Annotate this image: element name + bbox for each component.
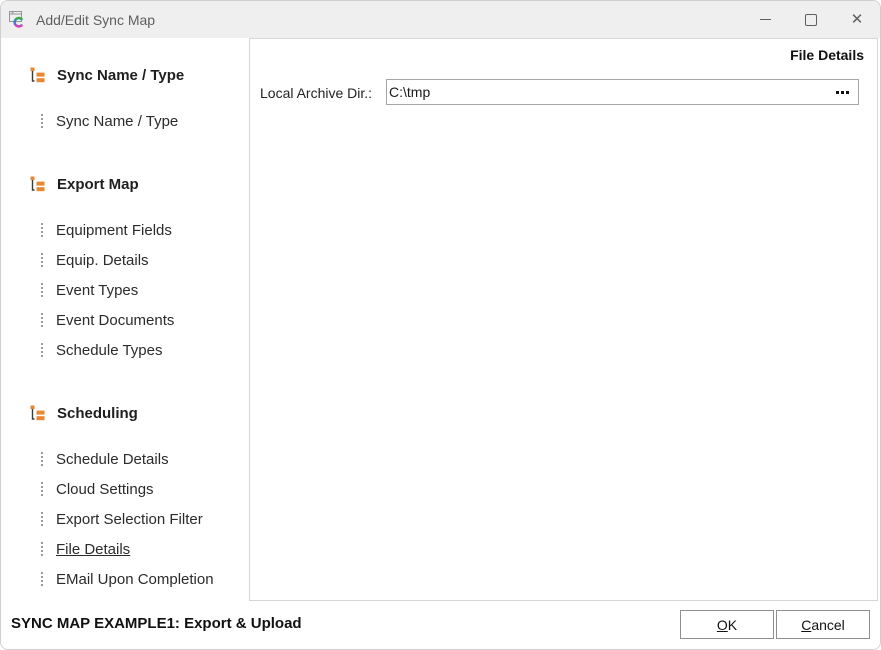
dots-icon bbox=[41, 253, 43, 267]
footer: SYNC MAP EXAMPLE1: Export & Upload OK Ca… bbox=[1, 601, 880, 649]
tree-node-icon bbox=[30, 405, 46, 421]
sidebar-section-label: Export Map bbox=[57, 176, 139, 193]
cancel-button[interactable]: Cancel bbox=[776, 610, 870, 639]
sync-map-app-icon bbox=[8, 10, 27, 29]
sidebar-section-sync-name-type[interactable]: Sync Name / Type bbox=[30, 65, 184, 85]
sidebar-item-label: Event Documents bbox=[56, 312, 174, 329]
sidebar-item-schedule-details[interactable]: Schedule Details bbox=[41, 449, 169, 469]
sync-map-status-text: SYNC MAP EXAMPLE1: Export & Upload bbox=[11, 615, 302, 632]
tree-node-icon bbox=[30, 176, 46, 192]
dots-icon bbox=[41, 482, 43, 496]
sidebar-item-label: Event Types bbox=[56, 282, 138, 299]
dots-icon bbox=[41, 223, 43, 237]
maximize-button[interactable] bbox=[788, 1, 834, 38]
sidebar-section-scheduling[interactable]: Scheduling bbox=[30, 403, 138, 423]
dots-icon bbox=[41, 313, 43, 327]
dialog-add-edit-sync-map: Add/Edit Sync Map ✕ Sync Name / Type Syn… bbox=[0, 0, 881, 650]
content-panel: File Details Local Archive Dir.: bbox=[249, 38, 878, 601]
maximize-icon bbox=[805, 14, 817, 26]
local-archive-dir-field bbox=[386, 79, 859, 105]
sidebar-item-equipment-fields[interactable]: Equipment Fields bbox=[41, 220, 172, 240]
dots-icon bbox=[41, 114, 43, 128]
sidebar-item-label: Schedule Types bbox=[56, 342, 162, 359]
panel-title: File Details bbox=[790, 47, 864, 63]
sidebar: Sync Name / Type Sync Name / Type Export… bbox=[1, 38, 249, 599]
dots-icon bbox=[41, 283, 43, 297]
window-title: Add/Edit Sync Map bbox=[36, 12, 155, 28]
sidebar-item-equip-details[interactable]: Equip. Details bbox=[41, 250, 149, 270]
sidebar-item-event-documents[interactable]: Event Documents bbox=[41, 310, 174, 330]
sidebar-section-label: Sync Name / Type bbox=[57, 67, 184, 84]
sidebar-section-label: Scheduling bbox=[57, 405, 138, 422]
sidebar-item-label: EMail Upon Completion bbox=[56, 571, 214, 588]
tree-node-icon bbox=[30, 67, 46, 83]
dots-icon bbox=[41, 572, 43, 586]
dots-icon bbox=[41, 343, 43, 357]
local-archive-dir-label: Local Archive Dir.: bbox=[260, 85, 372, 101]
sidebar-item-label: Equipment Fields bbox=[56, 222, 172, 239]
local-archive-dir-input[interactable] bbox=[387, 80, 834, 104]
titlebar: Add/Edit Sync Map ✕ bbox=[1, 1, 880, 38]
ok-button[interactable]: OK bbox=[680, 610, 774, 639]
dots-icon bbox=[41, 542, 43, 556]
sidebar-item-event-types[interactable]: Event Types bbox=[41, 280, 138, 300]
sidebar-item-label: Export Selection Filter bbox=[56, 511, 203, 528]
sidebar-section-export-map[interactable]: Export Map bbox=[30, 174, 139, 194]
minimize-button[interactable] bbox=[742, 1, 788, 38]
sidebar-item-label: Equip. Details bbox=[56, 252, 149, 269]
close-icon: ✕ bbox=[851, 12, 864, 27]
dots-icon bbox=[41, 512, 43, 526]
sidebar-item-cloud-settings[interactable]: Cloud Settings bbox=[41, 479, 154, 499]
sidebar-item-label: File Details bbox=[56, 541, 130, 558]
sidebar-item-label: Schedule Details bbox=[56, 451, 169, 468]
sidebar-item-file-details[interactable]: File Details bbox=[41, 539, 130, 559]
sidebar-item-label: Sync Name / Type bbox=[56, 113, 178, 130]
dots-icon bbox=[41, 452, 43, 466]
window-controls: ✕ bbox=[742, 1, 880, 38]
sidebar-item-schedule-types[interactable]: Schedule Types bbox=[41, 340, 162, 360]
minimize-icon bbox=[760, 19, 771, 20]
sidebar-item-email-upon-completion[interactable]: EMail Upon Completion bbox=[41, 569, 214, 589]
close-button[interactable]: ✕ bbox=[834, 1, 880, 38]
sidebar-item-label: Cloud Settings bbox=[56, 481, 154, 498]
ellipsis-browse-button[interactable] bbox=[834, 87, 851, 98]
sidebar-item-export-selection-filter[interactable]: Export Selection Filter bbox=[41, 509, 203, 529]
sidebar-item-sync-name-type[interactable]: Sync Name / Type bbox=[41, 111, 178, 131]
